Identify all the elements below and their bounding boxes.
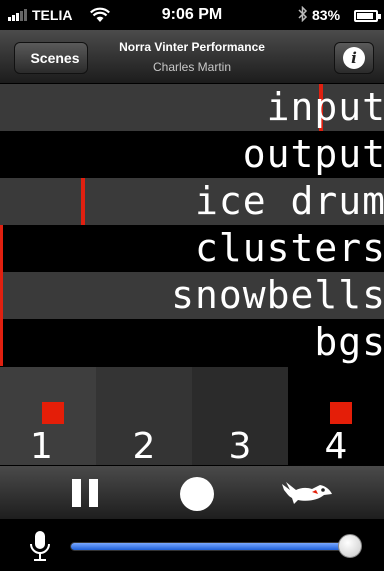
level-marker [0, 272, 3, 319]
level-marker [81, 178, 85, 225]
channel-row[interactable]: output [0, 131, 384, 178]
channel-row[interactable]: snowbells [0, 272, 384, 319]
channel-list: input output ice drum clusters snowbells bgs [0, 84, 384, 366]
channel-label: bgs [314, 320, 384, 364]
battery-percent: 83% [312, 7, 341, 23]
scene-button[interactable]: 4 [288, 367, 384, 467]
navigation-bar: Scenes Norra Vinter Performance Charles … [0, 30, 384, 84]
channel-row[interactable]: clusters [0, 225, 384, 272]
scene-button[interactable]: 1 [0, 367, 96, 467]
level-marker [0, 319, 3, 366]
bird-button[interactable] [276, 476, 334, 510]
level-marker [0, 225, 3, 272]
scene-selector: 1 2 3 4 [0, 367, 384, 467]
scene-button[interactable]: 3 [192, 367, 288, 467]
transport-toolbar [0, 465, 384, 519]
channel-row[interactable]: bgs [0, 319, 384, 366]
channel-label: ice drum [194, 179, 384, 223]
status-bar: TELIA 9:06 PM 83% [0, 0, 384, 30]
channel-label: output [242, 132, 384, 176]
channel-label: input [266, 85, 384, 129]
battery-icon [354, 10, 381, 22]
page-title: Norra Vinter Performance [119, 40, 265, 54]
channel-label: clusters [194, 226, 384, 270]
scene-active-indicator [330, 402, 352, 424]
scene-number: 2 [132, 426, 156, 467]
channel-label: snowbells [171, 273, 384, 317]
info-button[interactable]: i [334, 42, 374, 74]
volume-slider-thumb[interactable] [338, 534, 362, 558]
channel-row[interactable]: ice drum [0, 178, 384, 225]
volume-slider-fill [71, 543, 353, 550]
microphone-icon [30, 531, 50, 561]
record-button[interactable] [180, 477, 214, 511]
volume-bar [0, 519, 384, 571]
volume-slider-track[interactable] [70, 542, 354, 551]
scene-number: 3 [228, 426, 252, 467]
bluetooth-icon [298, 5, 308, 25]
scene-active-indicator [42, 402, 64, 424]
pause-button[interactable] [72, 479, 98, 507]
scene-number: 1 [30, 426, 53, 467]
page-subtitle: Charles Martin [152, 60, 232, 74]
scene-button[interactable]: 2 [96, 367, 192, 467]
scene-number: 4 [324, 426, 348, 467]
channel-row[interactable]: input [0, 84, 384, 131]
info-icon: i [343, 47, 365, 69]
